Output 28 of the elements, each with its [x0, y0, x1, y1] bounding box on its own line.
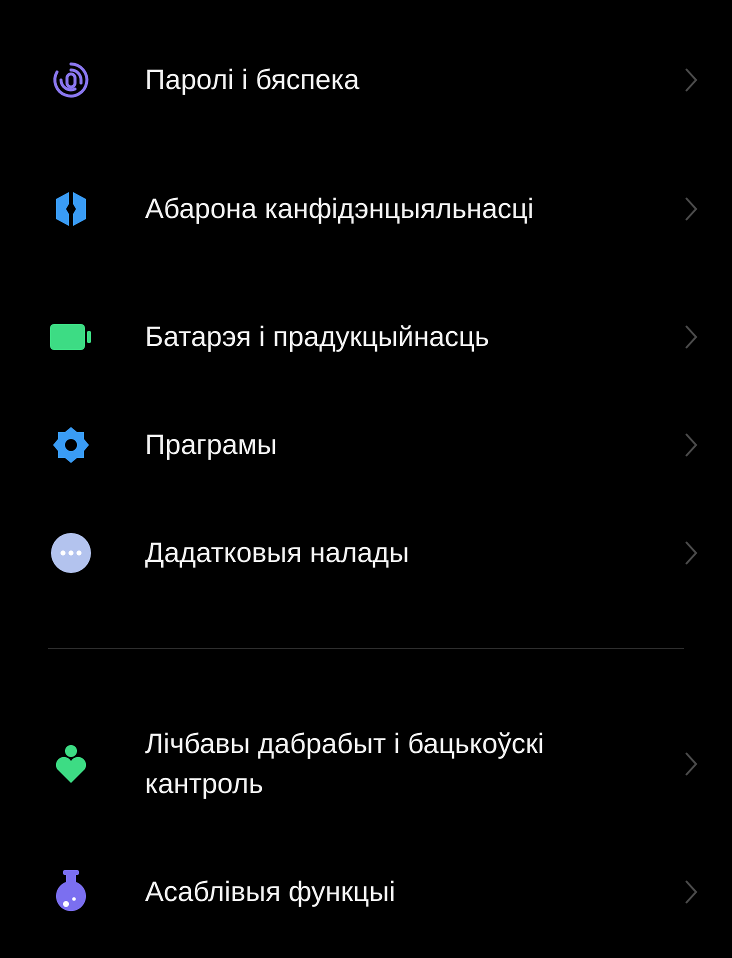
settings-row[interactable]: Батарэя і прадукцыйнасць — [0, 283, 732, 391]
row-label: Дадатковыя налады — [145, 536, 410, 570]
row-label: Абарона канфідэнцыяльнасці — [145, 192, 535, 226]
flask-icon — [53, 870, 89, 914]
settings-icon — [51, 425, 91, 465]
chevron-icon — [684, 879, 698, 905]
battery-icon — [50, 324, 92, 350]
settings-row[interactable]: Праграмы — [0, 391, 732, 499]
chevron-icon — [684, 196, 698, 222]
row-label: Асаблівыя функцыі — [145, 875, 396, 909]
chevron-icon — [684, 432, 698, 458]
row-label: Батарэя і прадукцыйнасць — [145, 320, 490, 354]
row-label: Праграмы — [145, 428, 278, 462]
person-heart-icon — [53, 744, 89, 784]
settings-row[interactable]: Паролі і бяспека — [0, 26, 732, 134]
chevron-icon — [684, 67, 698, 93]
shield-icon — [53, 190, 89, 228]
settings-row[interactable]: Дадатковыя налады — [0, 499, 732, 607]
settings-row[interactable]: Абарона канфідэнцыяльнасці — [0, 134, 732, 283]
row-label: Лічбавы дабрабыт і бацькоўскі кантроль — [145, 726, 545, 801]
chevron-icon — [684, 750, 698, 776]
chevron-icon — [684, 540, 698, 566]
settings-row[interactable]: Лічбавы дабрабыт і бацькоўскі кантроль — [0, 689, 732, 838]
more-icon — [51, 533, 91, 573]
chevron-icon — [684, 324, 698, 350]
settings-row[interactable]: Асаблівыя функцыі — [0, 838, 732, 946]
fingerprint-icon — [51, 60, 91, 100]
row-label: Паролі і бяспека — [145, 63, 360, 97]
